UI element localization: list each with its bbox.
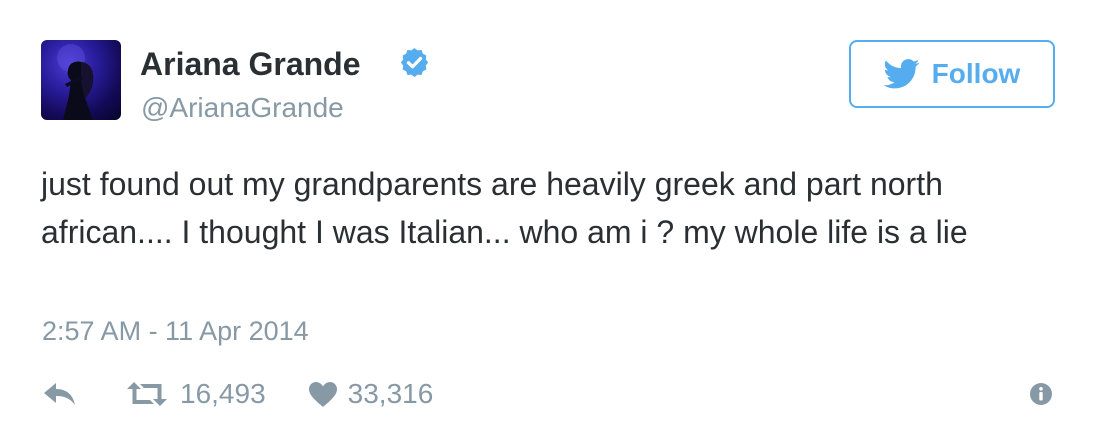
twitter-bird-icon — [883, 59, 920, 89]
tweet-actions: 16,493 33,316 — [42, 374, 433, 414]
tweet-text: just found out my grandparents are heavi… — [41, 166, 968, 250]
verified-badge-icon — [400, 48, 429, 77]
reply-button[interactable] — [42, 381, 126, 407]
tweet-timestamp[interactable]: 2:57 AM - 11 Apr 2014 — [42, 314, 309, 348]
display-name[interactable]: Ariana Grande — [140, 44, 361, 84]
avatar[interactable] — [41, 40, 121, 120]
follow-button[interactable]: Follow — [849, 40, 1055, 108]
retweet-button[interactable]: 16,493 — [126, 377, 308, 411]
avatar-image — [57, 44, 94, 120]
retweet-count: 16,493 — [180, 378, 266, 409]
reply-icon — [44, 383, 75, 405]
follow-button-label: Follow — [931, 58, 1021, 89]
user-handle[interactable]: @ArianaGrande — [141, 90, 344, 126]
heart-icon — [308, 381, 337, 407]
info-icon[interactable] — [1029, 382, 1053, 406]
like-count: 33,316 — [347, 378, 434, 409]
like-button[interactable]: 33,316 — [308, 377, 434, 411]
tweet-card: Ariana Grande @ArianaGrande Follow just … — [0, 0, 1100, 447]
retweet-icon — [127, 382, 167, 406]
